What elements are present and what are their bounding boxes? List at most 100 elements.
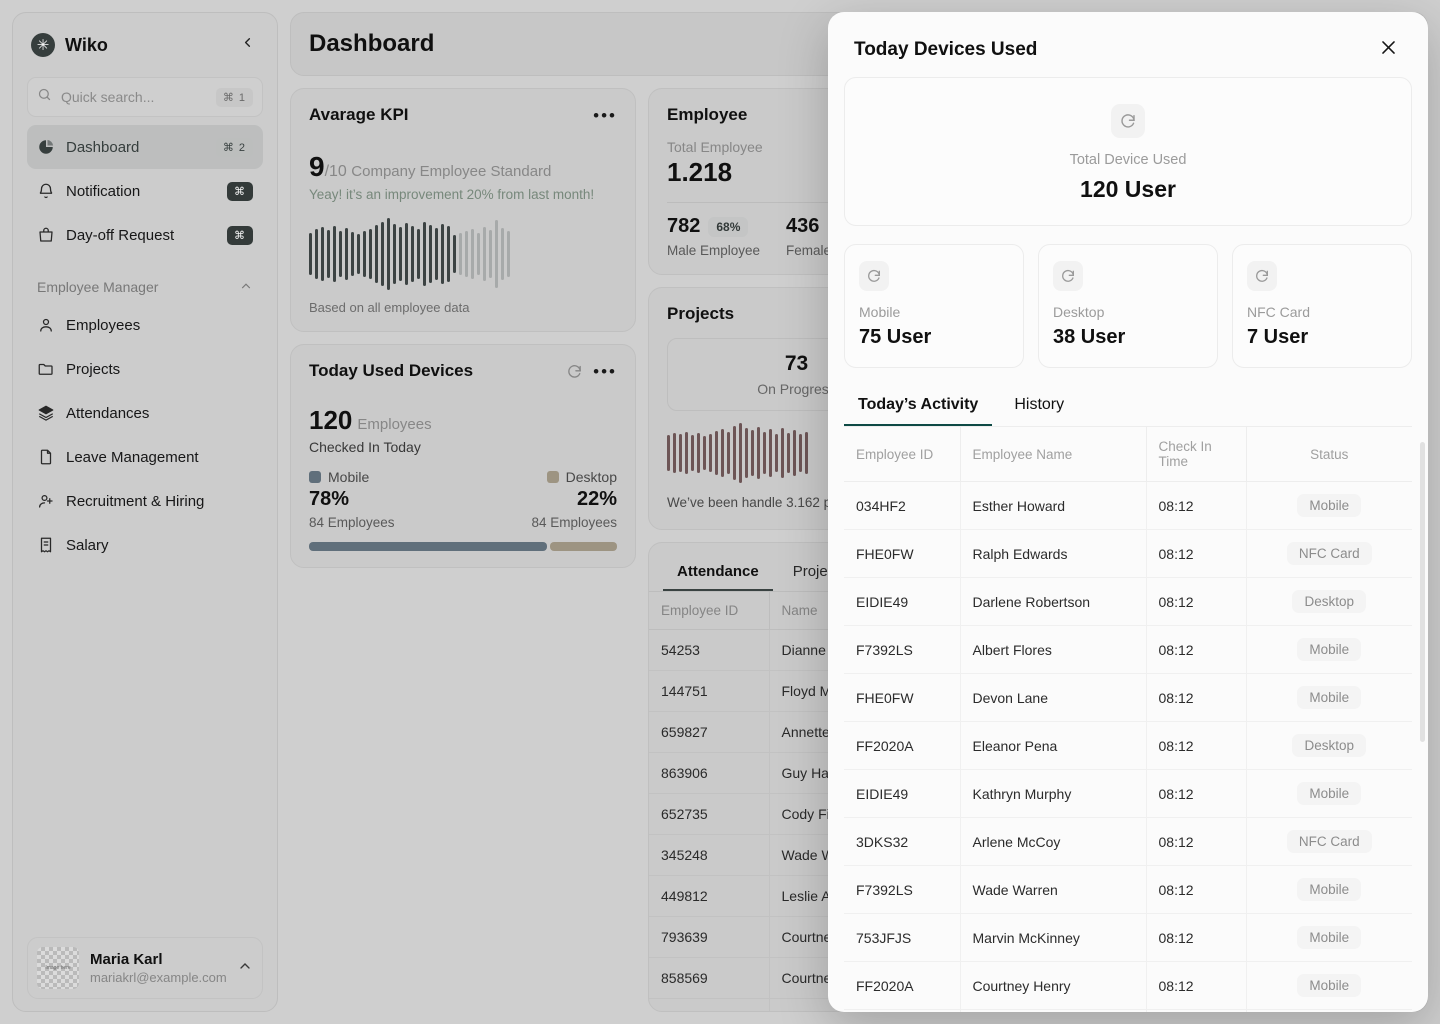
cell-employee-id: EIDIE49 — [844, 769, 961, 818]
search-shortcut-badge: ⌘ 1 — [215, 87, 253, 107]
cell-employee-name: Wade Warren — [960, 865, 1147, 914]
device-card-mobile: Mobile 75 User — [844, 244, 1024, 368]
cell-status: NFC Card — [1246, 817, 1412, 866]
table-row[interactable]: F7392LS Albert Flores 08:12 Mobile — [844, 625, 1412, 674]
table-row[interactable]: FF2020A Eleanor Pena 08:12 Desktop — [844, 721, 1412, 770]
chart-bar — [715, 431, 718, 475]
devices-count-row: 120 Employees — [309, 405, 617, 436]
modal-title: Today Devices Used — [854, 38, 1038, 60]
cell-employee-id: 345248 — [649, 834, 770, 876]
chart-bar — [459, 233, 462, 275]
status-badge: NFC Card — [1286, 542, 1372, 565]
sidebar-shortcut-badge: ⌘ — [227, 181, 253, 201]
tab-history[interactable]: History — [1000, 390, 1078, 426]
sidebar-item-salary[interactable]: Salary — [27, 523, 263, 567]
column-header-status: Status — [1246, 427, 1412, 482]
ellipsis-icon[interactable]: ••• — [593, 363, 617, 380]
table-row[interactable]: FHE0FW Devon Lane 08:12 Mobile — [844, 673, 1412, 722]
cell-status: Mobile — [1246, 625, 1412, 674]
chart-bar — [381, 222, 384, 286]
cell-employee-id: FF2020A — [844, 721, 961, 770]
sidebar-item-recruitment-hiring[interactable]: Recruitment & Hiring — [27, 479, 263, 523]
device-value: 75 User — [859, 326, 932, 348]
chart-bar — [315, 229, 318, 279]
table-row[interactable]: EIDIE49 Darlene Robertson 08:12 Desktop — [844, 577, 1412, 626]
card-header: Today Used Devices ••• — [309, 361, 617, 381]
refresh-icon[interactable] — [566, 363, 583, 380]
device-label: Mobile — [859, 304, 901, 320]
status-badge: NFC Card — [1286, 830, 1372, 853]
chart-bar — [375, 225, 378, 283]
cell-status: Mobile — [1246, 673, 1412, 722]
cell-check-in-time: 08:12 — [1146, 673, 1247, 722]
chart-bar — [703, 435, 706, 471]
chart-bar — [327, 230, 330, 278]
chevron-left-icon[interactable] — [236, 33, 259, 57]
table-row[interactable]: EIDIE49 Kathryn Murphy 08:12 Mobile — [844, 769, 1412, 818]
male-employee-pct: 68% — [708, 216, 749, 237]
tab-todays-activity[interactable]: Today’s Activity — [844, 390, 992, 426]
sidebar-item-label: Attendances — [66, 404, 150, 422]
cell-check-in-time: 08:12 — [1146, 721, 1247, 770]
chart-bar — [411, 226, 414, 282]
chart-bar — [685, 431, 688, 475]
table-row[interactable]: 3DKS32 Arlene McCoy 08:12 NFC Card — [844, 817, 1412, 866]
sidebar-item-attendances[interactable]: Attendances — [27, 391, 263, 435]
wiko-logo-icon: ✳ — [31, 33, 55, 57]
cell-employee-id: 449812 — [649, 875, 770, 917]
column-header-check-in-time: Check In Time — [1146, 427, 1247, 482]
devices-count: 120 — [309, 405, 353, 435]
cell-employee-name: Savannah Nguyen — [960, 1009, 1147, 1012]
male-employee-value: 782 — [667, 215, 701, 237]
chart-bar — [309, 233, 312, 275]
cell-employee-id: 034HF2 — [844, 481, 961, 530]
table-row[interactable]: FF2020A Courtney Henry 08:12 Mobile — [844, 961, 1412, 1010]
cell-employee-name: Esther Howard — [960, 481, 1147, 530]
chart-bar — [435, 228, 438, 280]
chevron-up-icon[interactable] — [237, 958, 253, 979]
table-header-row: Employee ID Employee Name Check In Time … — [844, 427, 1412, 482]
cell-employee-name: Courtney Henry — [960, 961, 1147, 1010]
sidebar-item-notification[interactable]: Notification ⌘ — [27, 169, 263, 213]
chart-bar — [447, 226, 450, 282]
modal-tabs: Today’s Activity History — [844, 390, 1412, 427]
table-row[interactable]: 753JFJS Marvin McKinney 08:12 Mobile — [844, 913, 1412, 962]
card-title: Today Used Devices — [309, 361, 474, 380]
chart-bar — [751, 430, 754, 476]
sidebar-item-employees[interactable]: Employees — [27, 303, 263, 347]
sidebar-group-employee-manager[interactable]: Employee Manager — [27, 273, 263, 301]
close-icon[interactable] — [1375, 36, 1402, 63]
table-row[interactable]: FHE0FW Ralph Edwards 08:12 NFC Card — [844, 529, 1412, 578]
devices-employee-row: 84 Employees 84 Employees — [309, 515, 617, 530]
table-row[interactable]: 3DKS32Savannah Nguyen08:12Mobile — [844, 1009, 1412, 1012]
table-row[interactable]: 034HF2 Esther Howard 08:12 Mobile — [844, 481, 1412, 530]
search-input[interactable]: Quick search... ⌘ 1 — [27, 77, 263, 117]
chart-bar — [733, 426, 736, 480]
tab-attendance[interactable]: Attendance — [663, 555, 773, 591]
folder-icon — [37, 360, 55, 378]
legend-mobile: Mobile — [309, 469, 369, 485]
ellipsis-icon[interactable]: ••• — [593, 107, 617, 124]
user-profile[interactable]: Image here Maria Karl mariakrl@example.c… — [27, 937, 263, 999]
table-row[interactable]: F7392LS Wade Warren 08:12 Mobile — [844, 865, 1412, 914]
chart-bar — [709, 433, 712, 473]
kpi-score: 9 — [309, 151, 325, 182]
cell-check-in-time: 08:12 — [1146, 865, 1247, 914]
modal-table-scroll[interactable]: Employee ID Employee Name Check In Time … — [844, 427, 1412, 1012]
chart-bar — [727, 431, 730, 475]
status-badge: Mobile — [1297, 974, 1362, 997]
sidebar-item-day-off-request[interactable]: Day-off Request ⌘ — [27, 213, 263, 257]
chart-bar — [763, 431, 766, 475]
cell-employee-id: FHE0FW — [844, 529, 961, 578]
sidebar-shortcut-badge: ⌘ — [227, 225, 253, 245]
chart-bar — [745, 427, 748, 479]
modal-scrollbar[interactable] — [1420, 442, 1425, 742]
sidebar-item-projects[interactable]: Projects — [27, 347, 263, 391]
cell-check-in-time: 08:12 — [1146, 1009, 1247, 1012]
cell-employee-name: Albert Flores — [960, 625, 1147, 674]
sidebar-item-dashboard[interactable]: Dashboard ⌘ 2 — [27, 125, 263, 169]
file-icon — [37, 448, 55, 466]
cell-check-in-time: 08:12 — [1146, 913, 1247, 962]
cell-employee-name: Eleanor Pena — [960, 721, 1147, 770]
sidebar-item-leave-management[interactable]: Leave Management — [27, 435, 263, 479]
